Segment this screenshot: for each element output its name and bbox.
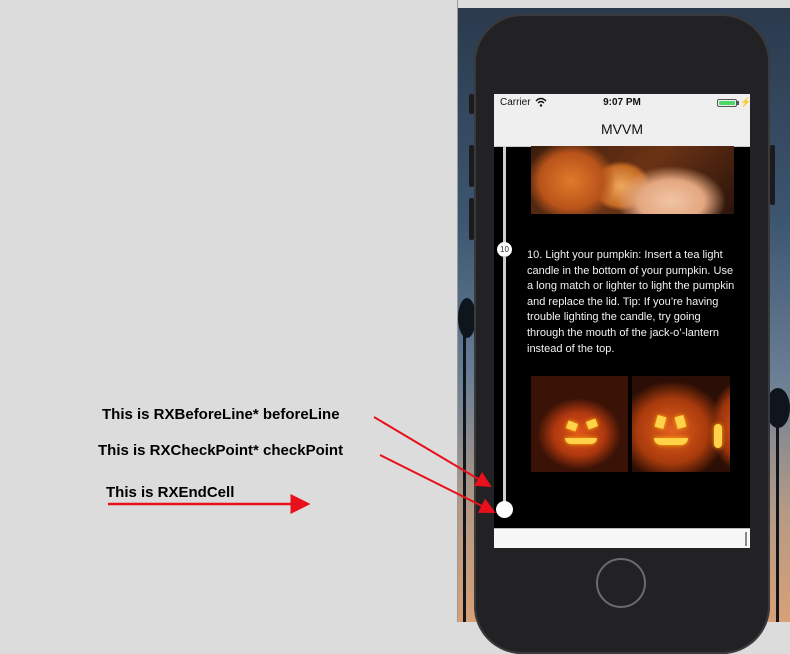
scroll-indicator bbox=[745, 532, 747, 546]
power-button bbox=[770, 145, 775, 205]
status-time: 9:07 PM bbox=[603, 97, 641, 108]
jack-o-lantern-eye bbox=[674, 415, 687, 429]
jack-o-lantern-eye bbox=[654, 415, 667, 429]
step-photo-jack-o-lantern-right bbox=[632, 376, 730, 472]
phone-screen[interactable]: Carrier 9:07 PM ⚡ MVVM 10 10. Light your… bbox=[494, 94, 750, 548]
home-button[interactable] bbox=[596, 558, 646, 608]
timeline-line-top bbox=[503, 146, 506, 244]
navigation-bar: MVVM bbox=[494, 112, 750, 147]
battery-icon bbox=[717, 99, 737, 107]
status-bar: Carrier 9:07 PM ⚡ bbox=[494, 94, 750, 112]
annotation-before-line: This is RXBeforeLine* beforeLine bbox=[102, 406, 340, 423]
palm-tree-trunk-right bbox=[776, 408, 779, 622]
jack-o-lantern-mouth bbox=[565, 438, 597, 444]
timeline-line-mid bbox=[503, 256, 506, 502]
step-checkpoint: 10 bbox=[497, 242, 512, 257]
step-photo-carving bbox=[531, 146, 734, 214]
palm-tree-trunk bbox=[463, 328, 466, 622]
volume-up-button bbox=[469, 145, 474, 187]
jack-o-lantern-face-right bbox=[714, 424, 722, 448]
end-checkpoint bbox=[496, 501, 513, 518]
battery-tip bbox=[737, 101, 739, 105]
jack-o-lantern-eye bbox=[565, 420, 579, 432]
step-photo-jack-o-lantern-left bbox=[531, 376, 628, 472]
charging-bolt-icon: ⚡ bbox=[740, 97, 750, 107]
volume-down-button bbox=[469, 198, 474, 240]
nav-title: MVVM bbox=[601, 121, 643, 137]
jack-o-lantern-eye bbox=[585, 418, 599, 430]
step-description: 10. Light your pumpkin: Insert a tea lig… bbox=[527, 249, 735, 355]
annotation-end-cell: This is RXEndCell bbox=[106, 484, 235, 501]
annotation-check-point: This is RXCheckPoint* checkPoint bbox=[98, 442, 344, 459]
battery-level bbox=[719, 101, 735, 105]
bottom-toolbar bbox=[494, 528, 750, 548]
jack-o-lantern-mouth bbox=[654, 438, 688, 445]
mute-switch bbox=[469, 94, 474, 114]
